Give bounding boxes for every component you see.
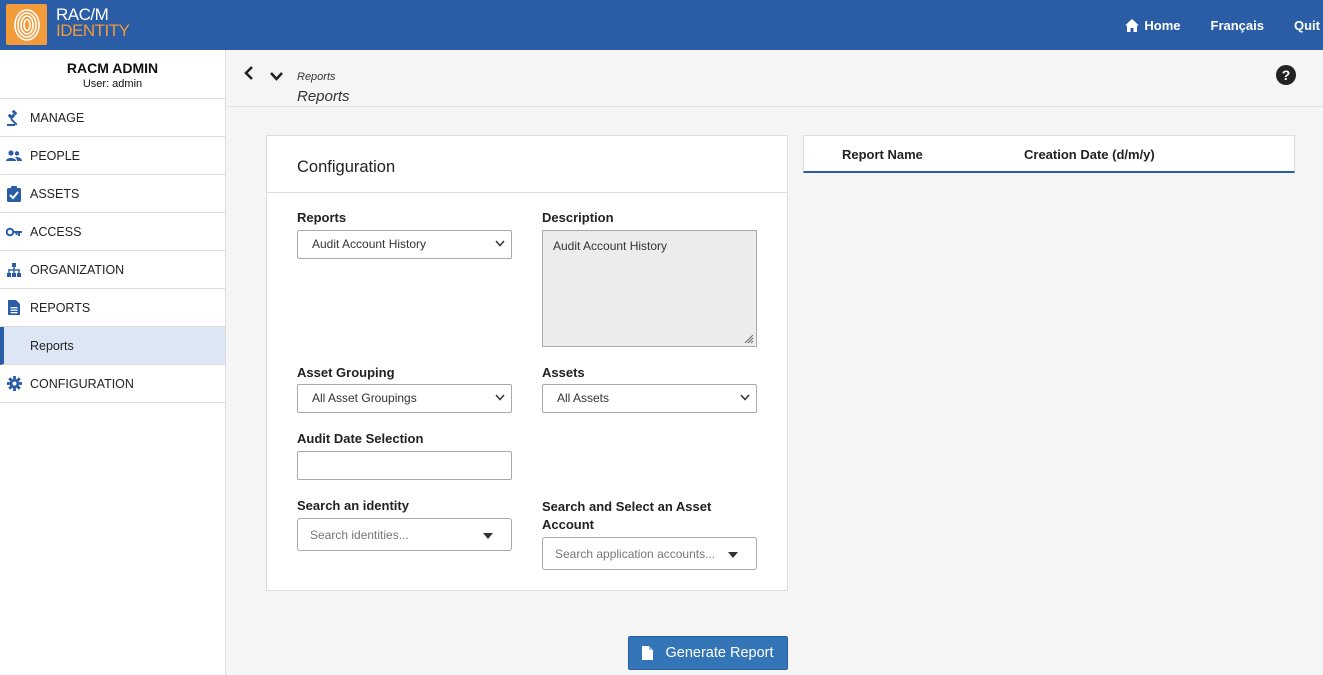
sidebar-subitem-reports[interactable]: Reports: [0, 327, 225, 365]
description-textarea[interactable]: Audit Account History: [542, 230, 757, 347]
help-icon[interactable]: ?: [1276, 65, 1296, 85]
fingerprint-logo-icon[interactable]: [6, 4, 47, 45]
asset-account-label-line-2: Account: [542, 517, 594, 532]
sidebar-item-label: PEOPLE: [30, 148, 81, 163]
reports-select[interactable]: Audit Account History: [297, 230, 512, 259]
home-icon: [1125, 18, 1140, 32]
chevron-down-icon: [740, 394, 750, 401]
resize-handle-icon[interactable]: [742, 332, 754, 344]
identity-search-placeholder: Search identities...: [310, 528, 409, 542]
asset-account-search-label: Search and Select an Asset Account: [542, 498, 711, 534]
generate-report-button[interactable]: Generate Report: [628, 636, 788, 670]
sidebar-item-organization[interactable]: ORGANIZATION: [0, 251, 225, 289]
chevron-left-icon: [244, 66, 253, 80]
language-label: Français: [1210, 17, 1264, 33]
generate-report-label: Generate Report: [665, 645, 774, 661]
configuration-panel: Configuration Reports Audit Account Hist…: [266, 135, 788, 591]
sidebar-item-label: CONFIGURATION: [30, 376, 134, 391]
sidebar-item-label: REPORTS: [30, 300, 91, 315]
audit-date-input[interactable]: [297, 451, 512, 480]
sidebar-item-access[interactable]: ACCESS: [0, 213, 225, 251]
people-icon: [6, 148, 22, 164]
assets-label: Assets: [542, 365, 585, 380]
caret-down-icon: [728, 552, 738, 558]
asset-account-search-placeholder: Search application accounts...: [555, 547, 716, 561]
sidebar-item-label: ACCESS: [30, 224, 82, 239]
top-bar: RAC/M IDENTITY Home Français Quit: [0, 0, 1323, 50]
page-title: Reports: [297, 88, 350, 105]
assets-value: All Assets: [557, 391, 610, 405]
quit-link[interactable]: Quit: [1294, 18, 1320, 33]
asset-grouping-value: All Asset Groupings: [312, 391, 417, 405]
reports-label: Reports: [297, 210, 347, 225]
user-name: RACM ADMIN: [66, 60, 159, 76]
sidebar-item-assets[interactable]: ASSETS: [0, 175, 225, 213]
description-text: Audit Account History: [553, 239, 668, 253]
document-icon: [6, 300, 22, 316]
top-nav: Home Français Quit: [1125, 0, 1323, 50]
user-info: RACM ADMIN User: admin: [0, 50, 225, 99]
column-header-report-name[interactable]: Report Name: [842, 147, 923, 162]
chevron-down-icon: [495, 240, 505, 247]
user-login: User: admin: [82, 78, 143, 90]
quit-label: Quit: [1294, 17, 1320, 33]
sidebar-item-label: ASSETS: [30, 186, 80, 201]
reports-select-value: Audit Account History: [312, 237, 427, 251]
key-icon: [6, 224, 22, 240]
identity-search-label: Search an identity: [297, 498, 409, 513]
report-table: Report Name Creation Date (d/m/y): [803, 135, 1295, 173]
asset-grouping-select[interactable]: All Asset Groupings: [297, 384, 512, 413]
audit-date-label: Audit Date Selection: [297, 431, 424, 446]
brand-name[interactable]: RAC/M IDENTITY: [56, 6, 130, 40]
sidebar-item-people[interactable]: PEOPLE: [0, 137, 225, 175]
expand-button[interactable]: [270, 68, 283, 86]
configuration-title: Configuration: [267, 136, 787, 193]
column-header-creation-date[interactable]: Creation Date (d/m/y): [1024, 147, 1155, 162]
sidebar-item-configuration[interactable]: CONFIGURATION: [0, 365, 225, 403]
page-header: Reports Reports ?: [226, 50, 1323, 107]
gavel-icon: [6, 109, 22, 126]
back-button[interactable]: [244, 66, 254, 85]
brand-line-2: IDENTITY: [56, 21, 130, 40]
sidebar-item-manage[interactable]: MANAGE: [0, 99, 225, 137]
sidebar-item-label: MANAGE: [30, 110, 85, 125]
assets-select[interactable]: All Assets: [542, 384, 757, 413]
breadcrumb[interactable]: Reports: [297, 71, 336, 83]
asset-account-search-input[interactable]: Search application accounts...: [542, 537, 757, 570]
asset-account-label-line-1: Search and Select an Asset: [542, 499, 712, 514]
home-label: Home: [1144, 17, 1181, 33]
asset-grouping-label: Asset Grouping: [297, 365, 395, 380]
chevron-down-icon: [495, 394, 505, 401]
caret-down-icon: [483, 533, 493, 539]
description-label: Description: [542, 210, 614, 225]
sidebar-item-reports[interactable]: REPORTS: [0, 289, 225, 327]
language-link[interactable]: Français: [1211, 18, 1264, 33]
sitemap-icon: [6, 262, 22, 278]
identity-search-input[interactable]: Search identities...: [297, 518, 512, 551]
document-icon: [642, 646, 654, 660]
sidebar-item-label: Reports: [30, 338, 74, 353]
gear-icon: [6, 376, 22, 392]
sidebar: RACM ADMIN User: admin MANAGE PEOPLE ASS…: [0, 50, 226, 675]
chevron-down-icon: [270, 72, 283, 81]
clipboard-check-icon: [6, 185, 22, 202]
home-link[interactable]: Home: [1125, 17, 1181, 33]
sidebar-item-label: ORGANIZATION: [30, 262, 125, 277]
